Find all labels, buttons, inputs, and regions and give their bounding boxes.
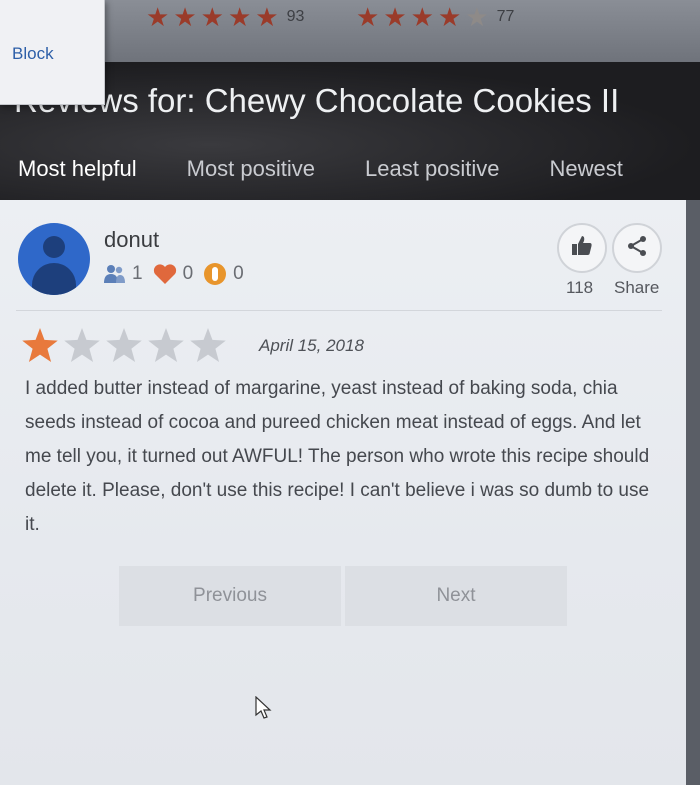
star-icon: ★ [200,2,224,32]
share-label[interactable]: Share [614,278,659,298]
followers-icon [104,264,126,284]
tab-newest[interactable]: Newest [550,156,623,182]
avatar[interactable] [18,223,90,295]
review-text: I added butter instead of margarine, yea… [25,378,650,535]
share-icon [625,234,649,263]
favorites-count: 0 [182,263,194,284]
review-date: April 15, 2018 [259,336,364,355]
star-icon [148,328,184,362]
tab-least-positive[interactable]: Least positive [365,156,500,182]
half-star-icon: ★ [255,2,279,32]
star-icon: ★ [146,2,170,32]
block-button[interactable]: Block [12,44,54,64]
made-it-icon [203,262,227,286]
star-icon [190,328,226,362]
reviewer-stats: 1 0 0 [104,262,248,286]
star-icon: ★ [465,2,489,32]
rating-summary-1: ★ ★ ★ ★ ★ 93 [146,4,304,30]
block-popup: Block [0,0,105,105]
star-icon: ★ [410,2,434,32]
half-star-icon: ★ [437,2,462,32]
avatar-body [32,263,76,295]
tab-most-positive[interactable]: Most positive [187,156,315,182]
thumbs-up-icon [570,234,594,263]
star-icon: ★ [356,2,380,32]
tab-most-helpful[interactable]: Most helpful [18,156,137,182]
previous-button[interactable]: Previous [119,566,341,626]
star-icon [64,328,100,362]
made-it-count: 0 [233,263,244,284]
helpful-button[interactable] [557,223,607,273]
heart-icon [153,263,177,285]
page-edge [686,200,700,785]
star-icon: ★ [173,2,197,32]
sort-tabs: Most helpful Most positive Least positiv… [18,156,673,182]
star-icon [22,328,58,362]
mouse-cursor-icon [255,695,273,725]
divider [16,310,662,311]
review-card: donut 1 0 0 118 Share April 15, 2018 I a… [0,200,686,785]
rating-count: 77 [496,8,515,25]
followers-count: 1 [132,263,143,284]
review-rating [22,328,226,362]
star-icon: ★ [227,2,252,32]
next-button[interactable]: Next [345,566,567,626]
share-button[interactable] [612,223,662,273]
reviews-header: Reviews for: Chewy Chocolate Cookies II … [0,62,700,200]
avatar-head [43,236,65,258]
rating-count: 93 [286,8,305,25]
rating-summary-2: ★ ★ ★ ★ ★ 77 [356,4,514,30]
star-icon [106,328,142,362]
star-icon: ★ [383,2,407,32]
top-ratings-strip: ★ ★ ★ ★ ★ 93 ★ ★ ★ ★ ★ 77 [0,0,700,62]
helpful-count: 118 [566,278,594,297]
reviewer-name[interactable]: donut [104,227,159,253]
